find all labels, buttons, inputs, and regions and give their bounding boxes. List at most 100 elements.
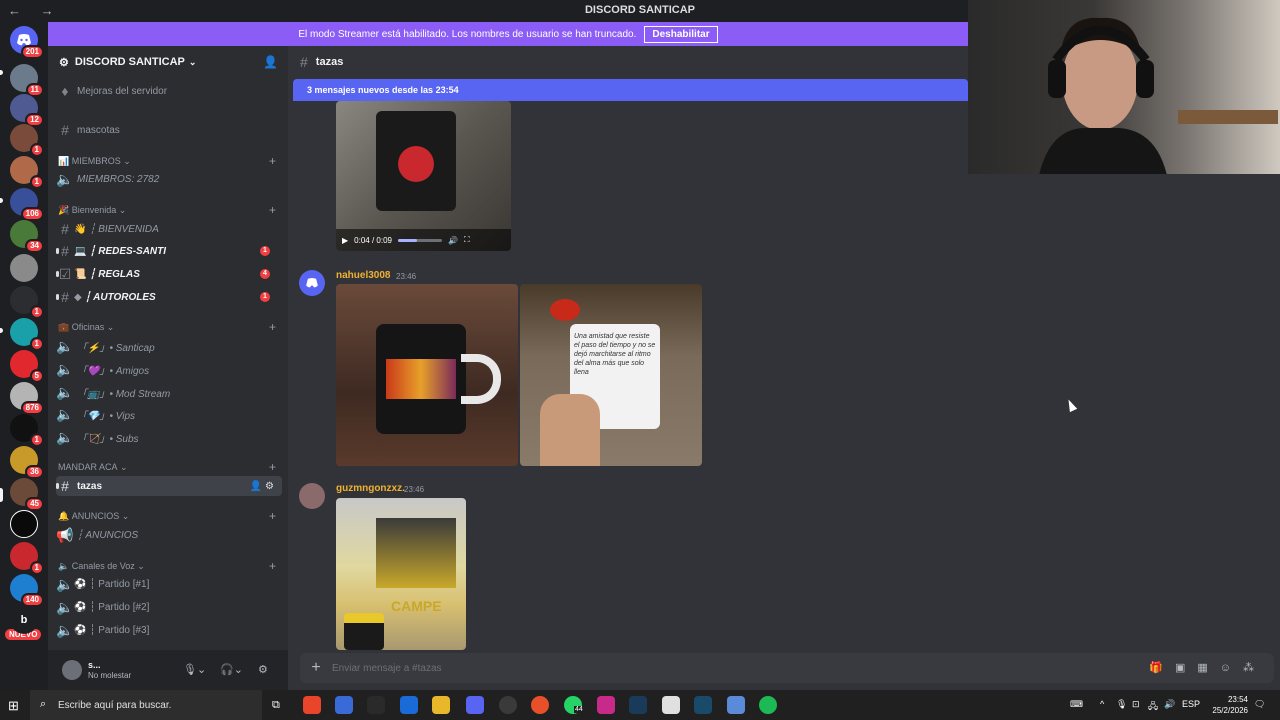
voice-santicap[interactable]: 🔈 「⚡」• Santicap — [56, 336, 282, 356]
server-icon[interactable]: 106 — [10, 188, 44, 221]
new-messages-bar[interactable]: 3 mensajes nuevos desde las 23:54 — [293, 79, 968, 101]
voice-vips[interactable]: 🔈 「💎」• Vips — [56, 404, 282, 424]
network-icon[interactable]: 🖧 — [1148, 699, 1158, 715]
taskbar-clock[interactable]: 23:54 25/2/2026 — [1200, 694, 1248, 716]
category-anuncios[interactable]: 🔔 ANUNCIOS ⌄ + — [58, 509, 284, 523]
category-voz[interactable]: 🔈 Canales de Voz ⌄ + — [58, 559, 284, 573]
server-icon[interactable]: 12 — [10, 94, 44, 127]
microphone-tray-icon[interactable]: 🎙 — [1116, 699, 1127, 710]
epic-games-icon[interactable] — [367, 696, 385, 714]
browser-icon[interactable] — [531, 696, 549, 714]
server-icon[interactable] — [10, 254, 38, 282]
channel-reglas[interactable]: ☑ 📜 ┆ REGLAS 4 — [56, 264, 282, 284]
discord-taskbar-icon[interactable] — [466, 696, 484, 714]
add-channel-icon[interactable]: + — [269, 320, 276, 334]
video-progress-bar[interactable] — [397, 238, 442, 242]
spotify-icon[interactable] — [759, 696, 777, 714]
server-icon[interactable]: 45 — [10, 478, 44, 511]
home-discord-icon[interactable]: 201 — [10, 26, 44, 59]
obs-icon[interactable] — [499, 696, 517, 714]
show-hidden-icon[interactable]: ^ — [1100, 699, 1104, 709]
mail-icon[interactable] — [400, 696, 418, 714]
video-attachment[interactable]: ▶ 0:04 / 0:09 🔊 ⛶ — [336, 101, 511, 251]
server-icon[interactable]: 1 — [10, 124, 44, 157]
voice-partido-3[interactable]: 🔈 ⚽ ┆ Partido [#3] — [56, 620, 282, 640]
image-attachment[interactable] — [336, 284, 518, 466]
add-channel-icon[interactable]: + — [269, 154, 276, 168]
category-bienvenida[interactable]: 🎉 Bienvenida ⌄ + — [58, 203, 284, 217]
category-miembros[interactable]: 📊 MIEMBROS ⌄ + — [58, 154, 284, 168]
avatar[interactable] — [299, 270, 325, 296]
server-icon[interactable]: 5 — [10, 350, 44, 383]
volume-icon[interactable]: 🔊 — [1164, 699, 1175, 710]
steam-icon[interactable] — [629, 696, 647, 714]
headphones-icon[interactable]: 🎧⌄ — [220, 663, 243, 676]
capcut-icon[interactable] — [662, 696, 680, 714]
server-icon[interactable]: 11 — [10, 64, 44, 97]
channel-tazas[interactable]: # tazas 👤 ⚙ — [56, 476, 282, 496]
add-channel-icon[interactable]: + — [269, 203, 276, 217]
channel-bienvenida[interactable]: # 👋 ┆ BIENVENIDA — [56, 219, 282, 239]
add-channel-icon[interactable]: + — [269, 559, 276, 573]
server-icon[interactable]: 34 — [10, 220, 44, 253]
channel-anuncios[interactable]: 📢 ┆ ANUNCIOS — [56, 525, 282, 545]
server-icon[interactable]: 876 — [10, 382, 44, 415]
play-icon[interactable]: ▶ — [342, 236, 348, 245]
channel-settings-icon[interactable]: 👤 ⚙ — [250, 481, 274, 492]
server-icon[interactable] — [10, 510, 38, 538]
disable-streamer-button[interactable]: Deshabilitar — [644, 25, 718, 43]
server-boost-item[interactable]: ♦ Mejoras del servidor — [56, 81, 282, 101]
gear-icon[interactable]: ⚙ — [258, 663, 268, 676]
composer-toolbar-icons[interactable]: 🎁▣▦☺⁂ — [1149, 661, 1266, 674]
channel-autoroles[interactable]: # ◆ ┆ AUTOROLES 1 — [56, 287, 282, 307]
server-icon[interactable]: 1 — [10, 318, 44, 351]
voice-partido-1[interactable]: 🔈 ⚽ ┆ Partido [#1] — [56, 574, 282, 594]
message-composer[interactable]: + Enviar mensaje a #tazas 🎁▣▦☺⁂ — [300, 653, 1274, 683]
message-author[interactable]: guzmngonzxz. — [336, 483, 405, 494]
server-icon[interactable]: 1 — [10, 414, 44, 447]
whatsapp-icon[interactable]: 44 — [564, 696, 584, 714]
taskbar-search[interactable]: ⌕ Escribe aquí para buscar. — [30, 690, 262, 720]
voice-mod-stream[interactable]: 🔈 「📺」• Mod Stream — [56, 382, 282, 402]
shield-icon[interactable] — [727, 696, 745, 714]
server-icon[interactable]: 140 — [10, 574, 44, 607]
image-attachment[interactable]: Una amistad que resiste el paso del tiem… — [520, 284, 702, 466]
server-icon[interactable]: 1 — [10, 286, 44, 319]
server-icon[interactable]: 36 — [10, 446, 44, 479]
attach-plus-icon[interactable]: + — [300, 659, 332, 677]
keyboard-icon[interactable]: ⌨ — [1070, 699, 1083, 710]
voice-partido-2[interactable]: 🔈 ⚽ ┆ Partido [#2] — [56, 597, 282, 617]
server-icon[interactable]: 1 — [10, 156, 44, 189]
microphone-icon[interactable]: 🎙⌄ — [183, 663, 206, 676]
mention-badge: 140 — [20, 593, 44, 607]
notifications-icon[interactable]: 🗨 — [1254, 699, 1265, 710]
app-icon[interactable] — [597, 696, 615, 714]
add-channel-icon[interactable]: + — [269, 460, 276, 474]
invite-people-icon[interactable]: 👤 — [263, 55, 278, 69]
fullscreen-icon[interactable]: ⛶ — [464, 235, 470, 245]
channel-mascotas[interactable]: # mascotas — [56, 120, 282, 140]
category-mandar-aca[interactable]: MANDAR ACA ⌄ + — [58, 460, 284, 474]
message-author[interactable]: nahuel3008 — [336, 270, 390, 281]
server-header[interactable]: ⚙ DISCORD SANTICAP ⌄ 👤 — [48, 46, 288, 78]
channel-redes-santi[interactable]: # 💻 ┆ REDES-SANTI 1 — [56, 241, 282, 261]
server-icon[interactable]: 1 — [10, 542, 44, 575]
voice-miembros[interactable]: 🔈 MIEMBROS: 2782 — [56, 169, 282, 189]
server-icon[interactable]: b — [10, 606, 38, 634]
terminal-icon[interactable] — [694, 696, 712, 714]
category-oficinas[interactable]: 💼 Oficinas ⌄ + — [58, 320, 284, 334]
volume-icon[interactable]: 🔊 — [448, 236, 458, 245]
image-attachment[interactable]: CAMPE — [336, 498, 466, 650]
add-channel-icon[interactable]: + — [269, 509, 276, 523]
file-explorer-icon[interactable] — [432, 696, 450, 714]
chrome-icon[interactable] — [303, 696, 321, 714]
copilot-icon[interactable] — [335, 696, 353, 714]
language-indicator[interactable]: ESP — [1182, 699, 1200, 709]
tray-app-icon[interactable]: ⊡ — [1132, 699, 1140, 710]
avatar[interactable] — [62, 660, 82, 680]
avatar[interactable] — [299, 483, 325, 509]
windows-start-icon[interactable]: ⊞ — [8, 698, 19, 714]
task-view-icon[interactable]: ⧉ — [272, 699, 280, 712]
voice-subs[interactable]: 🔈 「🏹」• Subs — [56, 427, 282, 447]
voice-amigos[interactable]: 🔈 「💜」• Amigos — [56, 359, 282, 379]
